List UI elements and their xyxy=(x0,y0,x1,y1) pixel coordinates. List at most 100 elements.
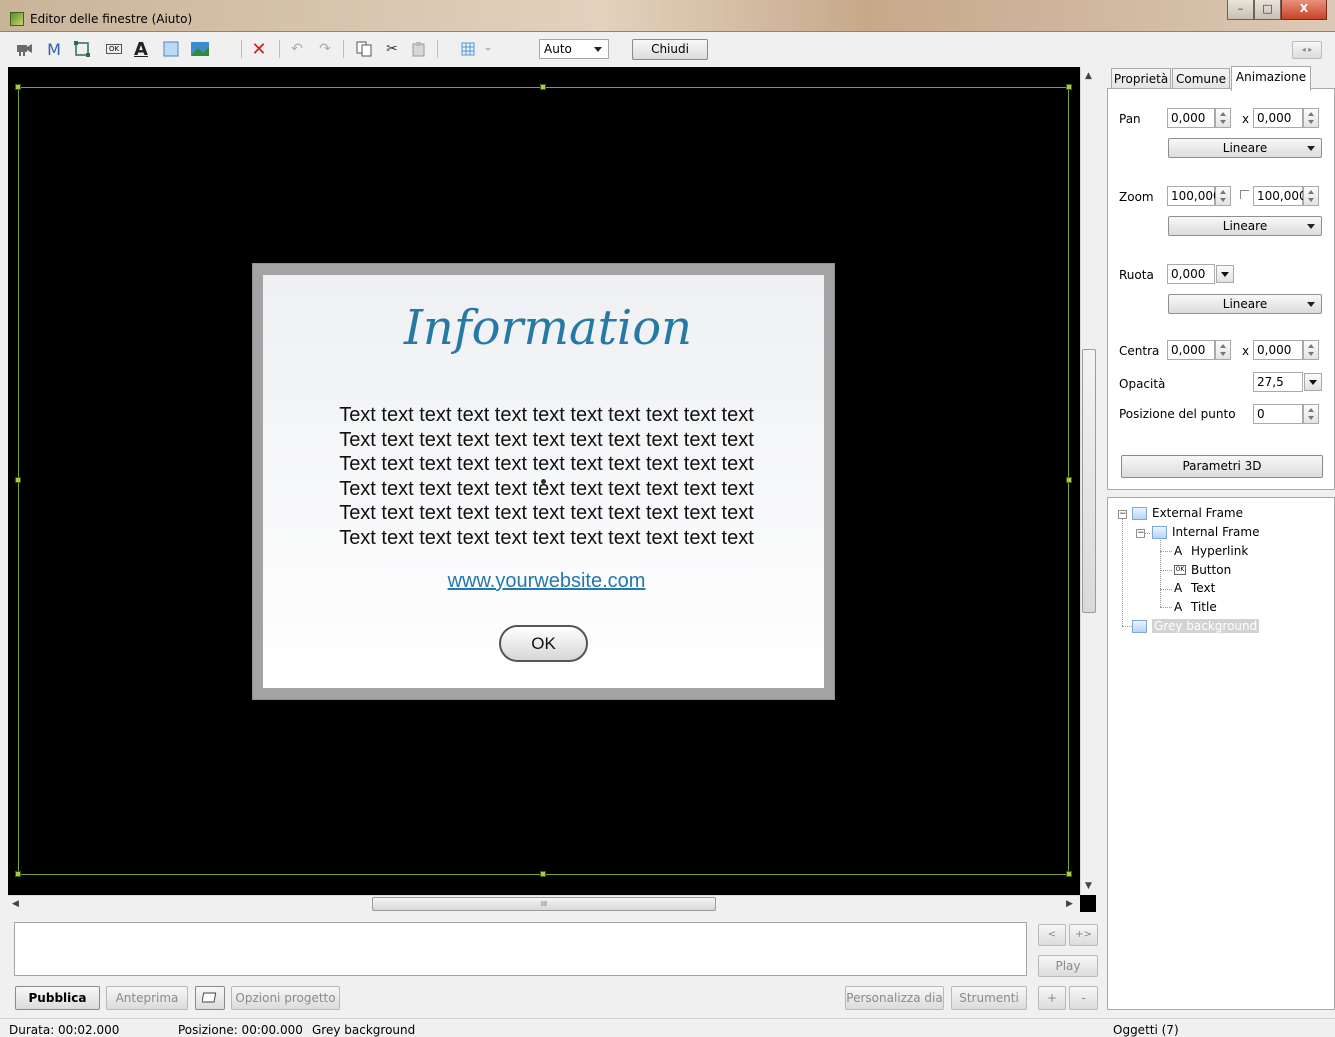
resize-handle[interactable] xyxy=(1066,84,1072,90)
text-object-icon: A xyxy=(1174,544,1183,558)
slideshow-icon[interactable] xyxy=(195,986,225,1010)
image-icon[interactable] xyxy=(189,39,211,59)
button-object-icon[interactable]: OK xyxy=(103,39,125,59)
collapse-icon[interactable]: − xyxy=(1118,510,1127,519)
text-object-icon[interactable]: A xyxy=(131,39,151,60)
rotate-input[interactable]: 0,000 xyxy=(1167,264,1215,284)
next-slide-button[interactable]: +> xyxy=(1069,924,1098,946)
zoom-x-stepper[interactable] xyxy=(1215,186,1231,206)
frame-icon[interactable] xyxy=(72,39,92,59)
zoom-dropdown[interactable]: Auto xyxy=(539,39,609,59)
undo-icon[interactable]: ↶ xyxy=(287,39,307,59)
customize-slide-button[interactable]: Personalizza dia xyxy=(845,986,944,1010)
frame-icon xyxy=(1152,525,1167,539)
3d-parameters-button[interactable]: Parametri 3D xyxy=(1121,455,1323,478)
rotate-dropdown-button[interactable] xyxy=(1216,265,1234,283)
point-position-input[interactable]: 0 xyxy=(1253,404,1303,424)
previous-slide-button[interactable]: < xyxy=(1038,924,1066,946)
pan-interpolation-select[interactable]: Lineare xyxy=(1168,138,1322,158)
zoom-x-input[interactable]: 100,000 xyxy=(1167,186,1221,206)
remove-button[interactable]: - xyxy=(1069,986,1098,1010)
projector-icon[interactable] xyxy=(14,39,34,59)
resize-handle[interactable] xyxy=(1066,871,1072,877)
minimize-button[interactable]: – xyxy=(1227,0,1254,20)
center-y-input[interactable]: 0,000 xyxy=(1253,340,1303,360)
preview-button[interactable]: Anteprima xyxy=(106,986,188,1010)
resize-handle[interactable] xyxy=(15,477,21,483)
pan-x-stepper[interactable] xyxy=(1215,108,1231,128)
horizontal-scrollbar[interactable]: ◀ III ▶ xyxy=(8,895,1080,912)
opacity-dropdown-button[interactable] xyxy=(1304,373,1322,391)
tree-item-internal-frame[interactable]: Internal Frame xyxy=(1152,525,1259,539)
delete-icon[interactable]: ✕ xyxy=(249,39,269,60)
chevron-down-icon xyxy=(1307,224,1315,229)
play-button[interactable]: Play xyxy=(1038,955,1098,977)
project-options-button[interactable]: Opzioni progetto xyxy=(231,986,340,1010)
resize-handle[interactable] xyxy=(540,871,546,877)
tree-item-grey-background[interactable]: Grey background xyxy=(1132,619,1260,633)
info-body-text[interactable]: Text text text text text text text text … xyxy=(263,403,830,550)
close-editor-button[interactable]: Chiudi xyxy=(632,39,708,60)
pan-y-stepper[interactable] xyxy=(1303,108,1319,128)
resize-handle[interactable] xyxy=(15,871,21,877)
resize-handle[interactable] xyxy=(540,84,546,90)
zoom-y-input[interactable]: 100,000 xyxy=(1253,186,1307,206)
zoom-label: Zoom xyxy=(1119,190,1154,204)
paste-icon[interactable] xyxy=(409,39,429,59)
redo-icon[interactable]: ↷ xyxy=(315,39,335,59)
point-position-stepper[interactable] xyxy=(1303,404,1319,424)
rotate-interpolation-select[interactable]: Lineare xyxy=(1168,294,1322,314)
scroll-right-icon[interactable]: ▶ xyxy=(1066,899,1073,909)
tree-item-text[interactable]: A Text xyxy=(1174,581,1215,595)
tree-item-label: External Frame xyxy=(1152,506,1243,520)
close-window-button[interactable]: X xyxy=(1281,0,1327,20)
copy-icon[interactable] xyxy=(354,39,374,59)
cut-icon[interactable]: ✂ xyxy=(382,39,402,59)
pan-y-input[interactable]: 0,000 xyxy=(1253,108,1303,128)
vertical-scroll-thumb[interactable] xyxy=(1082,349,1096,613)
chevron-down-icon xyxy=(1307,302,1315,307)
grid-icon[interactable] xyxy=(457,39,497,59)
rectangle-icon[interactable] xyxy=(161,39,181,59)
mask-icon[interactable]: M xyxy=(44,39,64,59)
tree-item-button[interactable]: OK Button xyxy=(1174,563,1231,577)
publish-button[interactable]: Pubblica xyxy=(15,986,100,1010)
add-button[interactable]: + xyxy=(1038,986,1066,1010)
zoom-interpolation-value: Lineare xyxy=(1222,219,1268,233)
ok-button-object[interactable]: OK xyxy=(499,625,588,662)
tree-item-title[interactable]: A Title xyxy=(1174,600,1217,614)
scroll-left-icon[interactable]: ◀ xyxy=(12,899,19,909)
comment-field[interactable] xyxy=(14,922,1027,976)
point-position-label: Posizione del punto xyxy=(1119,407,1236,421)
opacity-input[interactable]: 27,5 xyxy=(1253,372,1303,392)
tab-animazione[interactable]: Animazione xyxy=(1231,66,1311,91)
scroll-up-icon[interactable]: ▲ xyxy=(1085,71,1092,81)
tree-item-hyperlink[interactable]: A Hyperlink xyxy=(1174,544,1248,558)
zoom-y-stepper[interactable] xyxy=(1303,186,1319,206)
horizontal-scroll-thumb[interactable]: III xyxy=(372,897,716,911)
tab-comune[interactable]: Comune xyxy=(1172,68,1230,90)
center-x-input[interactable]: 0,000 xyxy=(1167,340,1215,360)
tab-proprieta[interactable]: Proprietà xyxy=(1111,68,1171,90)
resize-handle[interactable] xyxy=(15,84,21,90)
title-bar: Editor delle finestre (Aiuto) – □ X xyxy=(0,0,1335,32)
collapse-icon[interactable]: − xyxy=(1136,529,1145,538)
zoom-link-icon[interactable] xyxy=(1240,190,1249,199)
info-title[interactable]: Information xyxy=(263,300,833,356)
pan-x-input[interactable]: 0,000 xyxy=(1167,108,1215,128)
scroll-down-icon[interactable]: ▼ xyxy=(1085,881,1092,891)
zoom-dropdown-value: Auto xyxy=(544,42,572,56)
maximize-button[interactable]: □ xyxy=(1254,0,1281,20)
tree-line xyxy=(1160,607,1172,608)
center-x-stepper[interactable] xyxy=(1215,340,1231,360)
tools-button[interactable]: Strumenti xyxy=(951,986,1027,1010)
zoom-interpolation-select[interactable]: Lineare xyxy=(1168,216,1322,236)
toolbar-separator xyxy=(343,40,344,58)
vertical-scrollbar[interactable]: ▲ ▼ xyxy=(1080,67,1096,895)
center-y-stepper[interactable] xyxy=(1303,340,1319,360)
hyperlink-object[interactable]: www.yourwebsite.com xyxy=(263,570,830,593)
tree-item-external-frame[interactable]: External Frame xyxy=(1132,506,1243,520)
panel-nav-arrows[interactable]: ◂ ▸ xyxy=(1292,41,1322,59)
resize-handle[interactable] xyxy=(1066,477,1072,483)
center-point-marker[interactable] xyxy=(541,479,546,484)
